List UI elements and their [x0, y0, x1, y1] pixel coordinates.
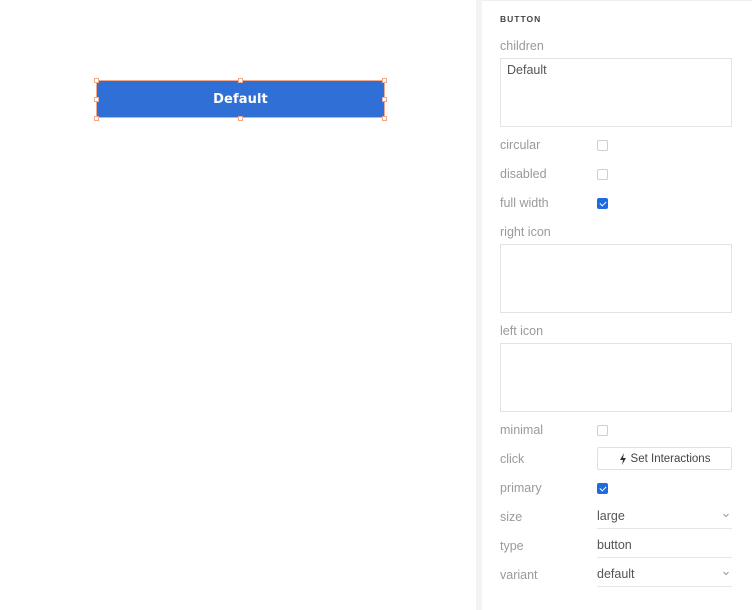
type-label: type	[500, 539, 524, 553]
right-icon-input[interactable]	[500, 244, 732, 313]
resize-handle-bottom-right[interactable]	[382, 116, 387, 121]
resize-handle-right[interactable]	[382, 97, 387, 102]
type-input[interactable]: button	[597, 536, 732, 558]
resize-handle-top-left[interactable]	[94, 78, 99, 83]
design-canvas[interactable]: Default	[0, 0, 476, 610]
bolt-icon	[619, 453, 627, 465]
children-input[interactable]: Default	[500, 58, 732, 127]
left-icon-input[interactable]	[500, 343, 732, 412]
size-label: size	[500, 510, 522, 524]
selection-outline	[96, 80, 385, 118]
chevron-down-icon	[722, 511, 730, 519]
right-icon-label: right icon	[500, 225, 551, 239]
set-interactions-label: Set Interactions	[631, 453, 711, 465]
variant-value: default	[597, 567, 635, 581]
minimal-label: minimal	[500, 423, 543, 437]
children-label: children	[500, 39, 544, 53]
disabled-label: disabled	[500, 167, 547, 181]
variant-select[interactable]: default	[597, 565, 732, 587]
set-interactions-button[interactable]: Set Interactions	[597, 447, 732, 470]
minimal-checkbox[interactable]	[597, 425, 608, 436]
resize-handle-bottom[interactable]	[238, 116, 243, 121]
full-width-checkbox[interactable]	[597, 198, 608, 209]
left-icon-label: left icon	[500, 324, 543, 338]
full-width-label: full width	[500, 196, 549, 210]
primary-label: primary	[500, 481, 542, 495]
disabled-checkbox[interactable]	[597, 169, 608, 180]
primary-checkbox[interactable]	[597, 483, 608, 494]
resize-handle-bottom-left[interactable]	[94, 116, 99, 121]
resize-handle-top[interactable]	[238, 78, 243, 83]
type-value: button	[597, 538, 632, 552]
circular-label: circular	[500, 138, 540, 152]
size-value: large	[597, 509, 625, 523]
resize-handle-left[interactable]	[94, 97, 99, 102]
resize-handle-top-right[interactable]	[382, 78, 387, 83]
section-title: BUTTON	[500, 14, 541, 24]
variant-label: variant	[500, 568, 538, 582]
size-select[interactable]: large	[597, 507, 732, 529]
properties-panel: BUTTON children Default circular disable…	[482, 0, 752, 610]
circular-checkbox[interactable]	[597, 140, 608, 151]
click-label: click	[500, 452, 524, 466]
chevron-down-icon	[722, 569, 730, 577]
